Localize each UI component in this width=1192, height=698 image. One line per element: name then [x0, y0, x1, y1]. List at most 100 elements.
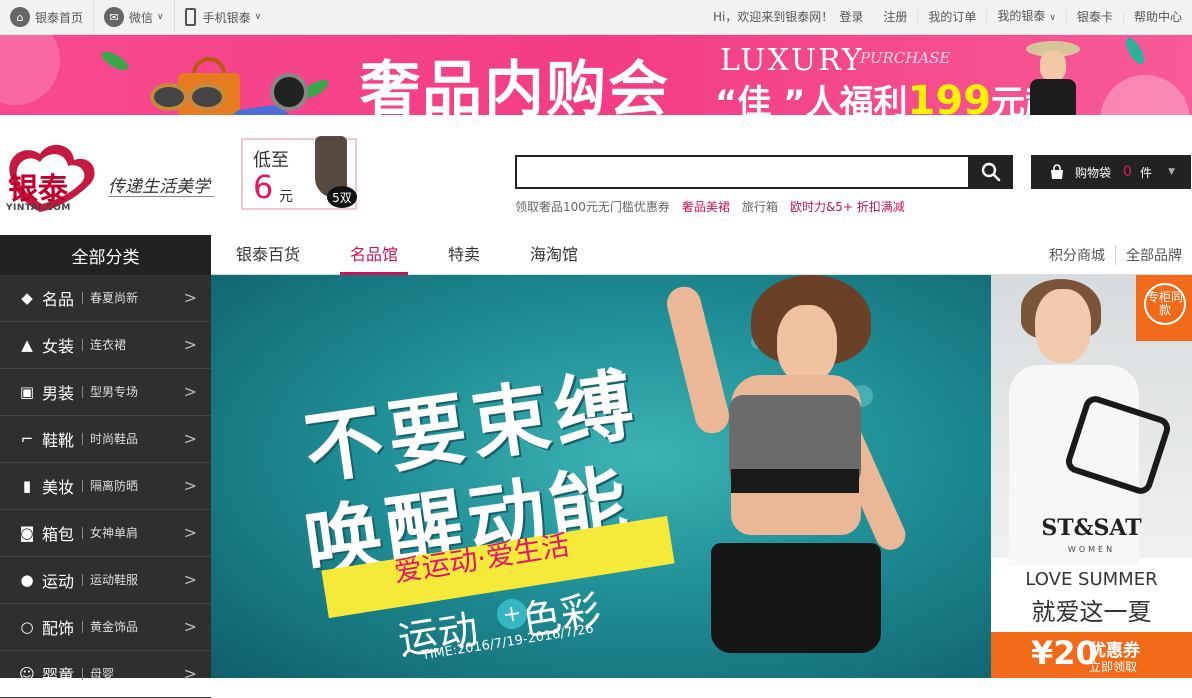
main-nav: 全部分类 银泰百货 名品馆 特卖 海淘馆 积分商城 全部品牌 [0, 235, 1192, 275]
dress-icon: ▲ [21, 336, 33, 354]
search-icon [981, 162, 1000, 182]
wechat-icon: ✉ [104, 7, 125, 27]
my-yintai-label: 我的银泰 [997, 9, 1046, 23]
category-name: 婴童 [42, 666, 75, 685]
home-label: 银泰首页 [35, 10, 84, 25]
logo-text[interactable]: 银泰 [8, 164, 68, 208]
cart-unit: 件 [1139, 165, 1152, 180]
tab-department-store[interactable]: 银泰百货 [236, 235, 300, 275]
sidebar-item-womens[interactable]: ▲ 女装 连衣裙 > [0, 322, 211, 369]
chevron-right-icon: > [183, 335, 197, 354]
chevron-right-icon: > [183, 570, 197, 589]
login-link[interactable]: 登录 [839, 11, 873, 23]
search-input[interactable] [515, 155, 968, 189]
mobile-label: 手机银泰 [202, 10, 251, 25]
category-name: 女装 [42, 337, 75, 356]
ad-headline: LOVE SUMMER [1025, 569, 1158, 590]
hero-banner[interactable]: 不要束缚 唤醒动能 爱运动·爱生活 运动 色彩 + TIME:2016/7/19-… [211, 275, 991, 678]
chevron-down-icon: ∨ [254, 12, 262, 22]
wechat-label: 微信 [129, 10, 154, 25]
category-sub[interactable]: 春夏尚新 [82, 292, 138, 304]
coupon-button[interactable]: ¥20 优惠券 立即领取 [991, 632, 1192, 678]
category-name: 运动 [42, 572, 75, 591]
help-link[interactable]: 帮助中心 [1122, 11, 1192, 23]
category-name: 名品 [42, 290, 75, 309]
wechat-menu[interactable]: ✉ 微信 ∨ [93, 0, 174, 34]
category-sub[interactable]: 时尚鞋品 [82, 433, 138, 445]
sunglasses-image [150, 83, 226, 115]
banner-title: 奢品内购会 [360, 55, 670, 115]
sidebar-item-shoes[interactable]: ⌐ 鞋靴 时尚鞋品 > [0, 416, 211, 463]
points-mall-link[interactable]: 积分商城 [1049, 245, 1105, 265]
sidebar-item-accessories[interactable]: ○ 配饰 黄金饰品 > [0, 604, 211, 651]
tab-luxury[interactable]: 名品馆 [340, 235, 409, 275]
ad-headline-cn: 就爱这一夏 [1031, 598, 1152, 626]
home-link[interactable]: ⌂ 银泰首页 [0, 0, 93, 34]
sidebar-item-sports[interactable]: ● 运动 运动鞋服 > [0, 557, 211, 604]
diamond-icon: ◆ [21, 289, 33, 307]
ball-icon: ● [20, 571, 34, 589]
chevron-right-icon: > [183, 664, 197, 683]
leaf-decoration [1122, 35, 1148, 67]
search-button[interactable] [968, 155, 1013, 189]
banner-price: 199 [907, 78, 992, 115]
category-sub[interactable]: 隔离防晒 [82, 480, 138, 492]
orders-link[interactable]: 我的订单 [917, 11, 986, 23]
socks-promo[interactable]: 低至 6 元 5双 [241, 136, 357, 210]
ring-icon: ○ [20, 618, 34, 636]
banner-model-image [1012, 35, 1092, 115]
counter-tag-text: 专柜同款 [1144, 283, 1186, 325]
category-name: 美妆 [42, 478, 75, 497]
banner-subtitle-prefix: “佳 ”人福利 [715, 83, 908, 115]
brand-name: ST&SAT [1041, 515, 1142, 541]
hotword-link[interactable]: 奢品美裙 [682, 198, 730, 215]
slogan: 传递生活美学 [108, 177, 210, 197]
category-name: 男装 [42, 384, 75, 403]
category-sub[interactable]: 母婴 [82, 668, 114, 680]
category-sub[interactable]: 连衣裙 [82, 339, 126, 351]
register-link[interactable]: 注册 [873, 11, 917, 23]
hotword-link[interactable]: 旅行箱 [742, 198, 778, 215]
slogan-underline [108, 196, 214, 197]
leaf-decoration [99, 48, 131, 74]
hotword-link[interactable]: 领取奢品100元无门槛优惠券 [515, 198, 670, 215]
mobile-menu[interactable]: 手机银泰 ∨ [173, 0, 272, 34]
chevron-down-icon: ▼ [1168, 167, 1175, 177]
sidebar-item-beauty[interactable]: ▮ 美妆 隔离防晒 > [0, 463, 211, 510]
cart-count: 0 [1123, 164, 1132, 180]
category-sub[interactable]: 运动鞋服 [82, 574, 138, 586]
sidebar-item-luxury[interactable]: ◆ 名品 春夏尚新 > [0, 275, 211, 322]
phone-icon [184, 8, 196, 26]
all-categories-button[interactable]: 全部分类 [0, 235, 211, 275]
side-ad[interactable]: 专柜同款 ST&SAT WOMEN LOVE SUMMER 就爱这一夏 ¥20 … [991, 275, 1192, 678]
sidebar-item-baby[interactable]: ☺ 婴童 母婴 > [0, 651, 211, 698]
hotword-link[interactable]: 欧时力&5+ 折扣满减 [790, 198, 905, 215]
coupon-amount: ¥20 [1031, 634, 1098, 672]
category-name: 鞋靴 [42, 431, 75, 450]
bag-icon: ◙ [19, 524, 35, 542]
promo-banner[interactable]: 奢品内购会 LUXURY PURCHASE “佳 ”人福利199元起 [0, 35, 1192, 115]
promo-unit: 元 [279, 189, 293, 205]
category-sub[interactable]: 女神单肩 [82, 527, 138, 539]
banner-decoration [0, 35, 60, 105]
tab-overseas[interactable]: 海淘馆 [530, 235, 578, 275]
tab-sale[interactable]: 特卖 [448, 235, 480, 275]
all-brands-link[interactable]: 全部品牌 [1115, 245, 1182, 265]
category-sub[interactable]: 型男专场 [82, 386, 138, 398]
my-yintai-menu[interactable]: 我的银泰 ∨ [986, 10, 1066, 24]
counter-tag: 专柜同款 [1136, 275, 1192, 341]
category-sidebar: ◆ 名品 春夏尚新 > ▲ 女装 连衣裙 > ▣ 男装 型男专场 > ⌐ 鞋靴 … [0, 275, 211, 698]
card-link[interactable]: 银泰卡 [1065, 11, 1123, 23]
promo-pairs-badge: 5双 [327, 186, 357, 208]
shopping-bag-icon [1051, 164, 1063, 179]
cart-button[interactable]: 购物袋 0 件 ▼ [1031, 155, 1191, 189]
sidebar-item-mens[interactable]: ▣ 男装 型男专场 > [0, 369, 211, 416]
watch-image [270, 73, 308, 111]
heel-icon: ⌐ [20, 430, 34, 448]
category-name: 箱包 [42, 525, 75, 544]
chevron-right-icon: > [183, 429, 197, 448]
chevron-right-icon: > [183, 382, 197, 401]
chevron-down-icon: ∨ [157, 12, 164, 22]
category-sub[interactable]: 黄金饰品 [82, 621, 138, 633]
sidebar-item-bags[interactable]: ◙ 箱包 女神单肩 > [0, 510, 211, 557]
